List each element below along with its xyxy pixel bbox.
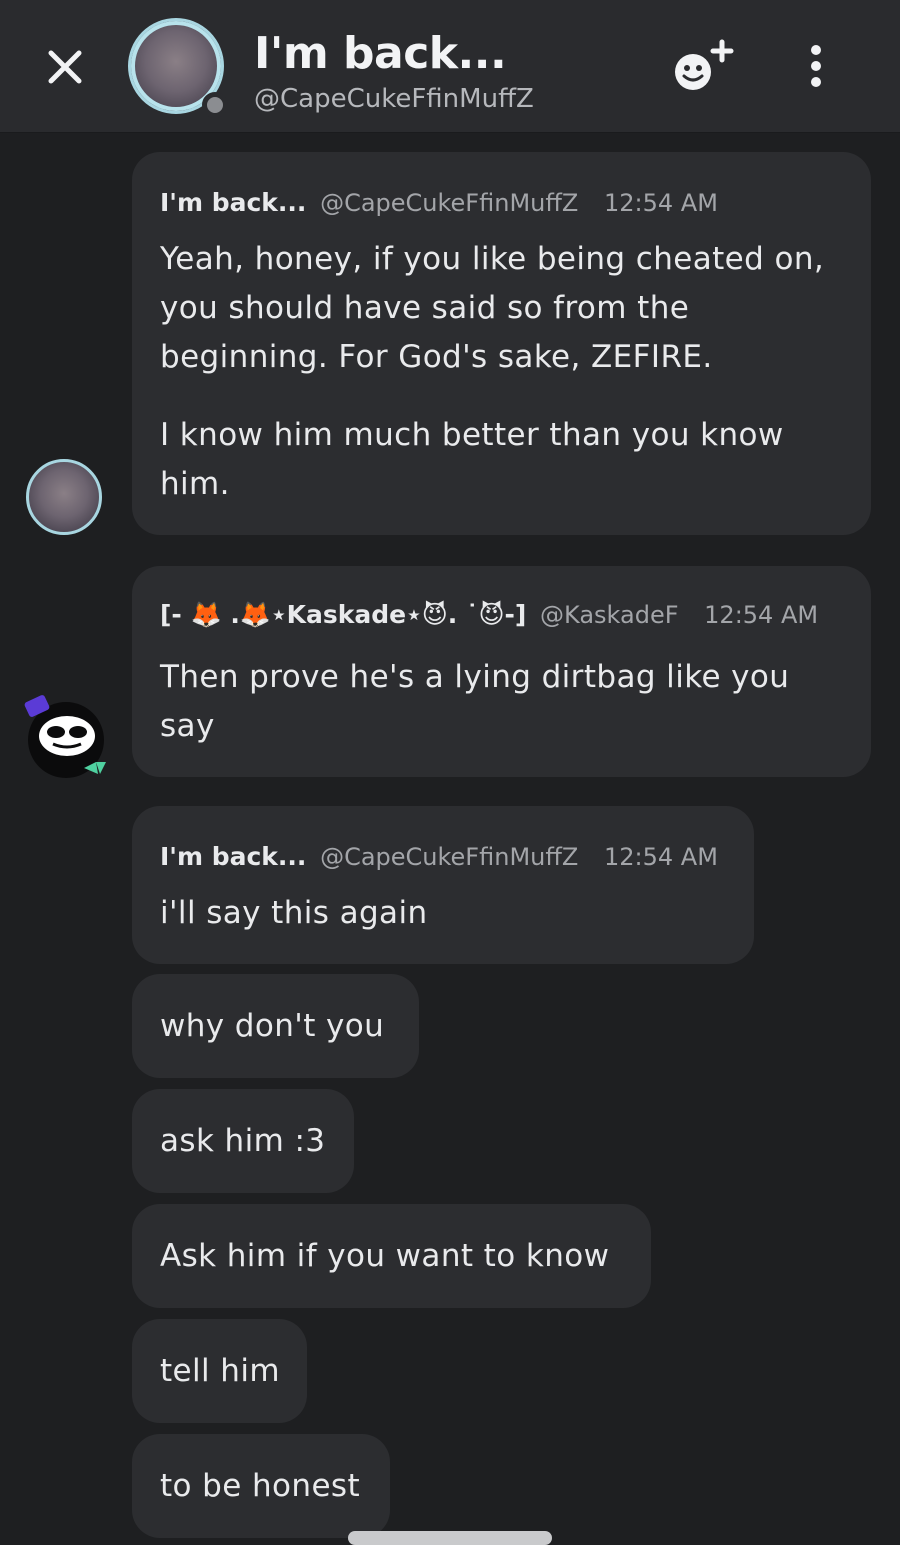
message-text: Ask him if you want to know (160, 1238, 610, 1274)
message-bubble[interactable]: Ask him if you want to know (132, 1204, 651, 1308)
message-bubble[interactable]: to be honest (132, 1434, 390, 1538)
timestamp: 12:54 AM (704, 601, 819, 629)
timestamp: 12:54 AM (603, 843, 718, 871)
message-text: i'll say this again (160, 895, 428, 931)
message-text: why don't you (160, 1008, 385, 1044)
message-meta: [- 🦊 .🦊⋆Kaskade⋆😈. ˙😈-] @KaskadeF 12:54 … (160, 600, 818, 630)
scroll-handle[interactable] (348, 1531, 552, 1545)
message-text: Then prove he's a lying dirtbag like you… (160, 659, 790, 744)
message-bubble[interactable]: tell him (132, 1319, 307, 1423)
message-meta: I'm back... @CapeCukeFfinMuffZ 12:54 AM (160, 188, 718, 217)
more-options-button[interactable] (796, 38, 836, 98)
chat-handle: @CapeCukeFfinMuffZ (254, 84, 534, 114)
message-bubble[interactable]: I'm back... @CapeCukeFfinMuffZ 12:54 AM … (132, 806, 754, 964)
avatar[interactable] (20, 692, 110, 782)
author-name[interactable]: I'm back... (160, 188, 306, 217)
message-text: Yeah, honey, if you like being cheated o… (160, 241, 825, 375)
close-button[interactable] (40, 42, 90, 92)
message-bubble[interactable]: ask him :3 (132, 1089, 354, 1193)
author-username: @KaskadeF (540, 601, 679, 629)
message-meta: I'm back... @CapeCukeFfinMuffZ 12:54 AM (160, 842, 718, 871)
message-bubble[interactable]: I'm back... @CapeCukeFfinMuffZ 12:54 AM … (132, 152, 871, 535)
author-username: @CapeCukeFfinMuffZ (320, 189, 579, 217)
timestamp: 12:54 AM (603, 189, 718, 217)
message-text: I know him much better than you know him… (160, 417, 784, 502)
add-friend-icon (675, 39, 734, 90)
author-name[interactable]: I'm back... (160, 842, 306, 871)
message-text: to be honest (160, 1468, 361, 1504)
message-bubble[interactable]: [- 🦊 .🦊⋆Kaskade⋆😈. ˙😈-] @KaskadeF 12:54 … (132, 566, 871, 777)
avatar[interactable] (26, 459, 102, 535)
chat-header: I'm back... @CapeCukeFfinMuffZ (0, 0, 900, 133)
add-friend-button[interactable] (668, 38, 738, 98)
message-text: ask him :3 (160, 1123, 326, 1159)
author-name[interactable]: [- 🦊 .🦊⋆Kaskade⋆😈. ˙😈-] (160, 600, 526, 629)
author-username: @CapeCukeFfinMuffZ (320, 843, 579, 871)
message-text: tell him (160, 1353, 280, 1389)
status-offline-dot (202, 92, 228, 118)
chat-title: I'm back... (254, 28, 507, 79)
close-icon (48, 50, 82, 84)
header-avatar[interactable] (128, 18, 228, 118)
more-vertical-icon (811, 45, 821, 87)
message-bubble[interactable]: why don't you (132, 974, 419, 1078)
